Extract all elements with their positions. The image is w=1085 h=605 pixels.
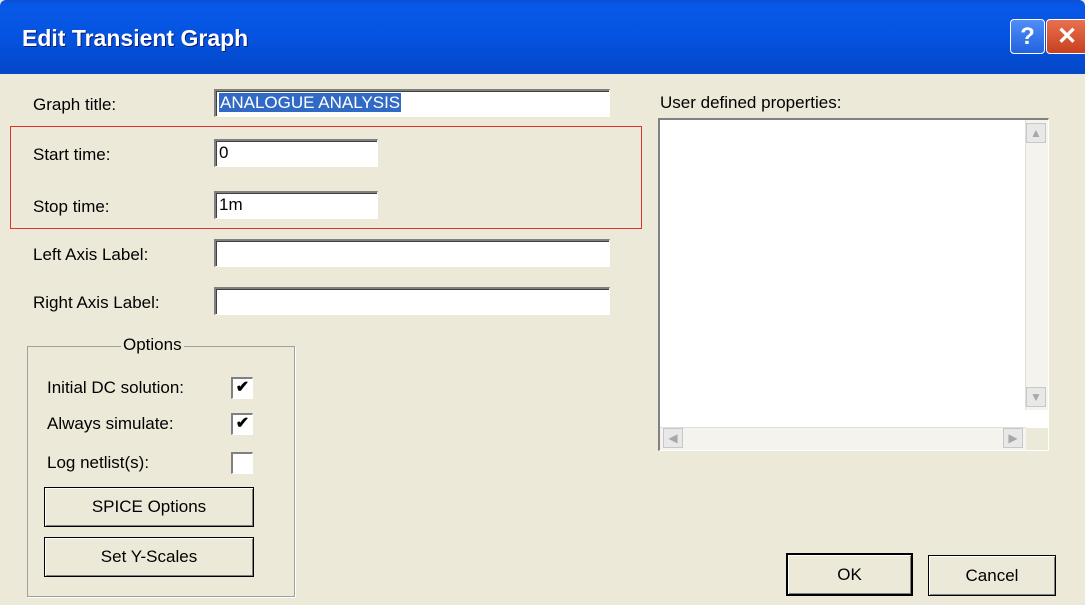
stop-time-input[interactable]: 1m: [214, 191, 378, 219]
vertical-scrollbar[interactable]: ▲ ▼: [1025, 120, 1048, 410]
ok-button[interactable]: OK: [786, 553, 913, 596]
left-axis-input[interactable]: [214, 239, 610, 267]
spice-options-button[interactable]: SPICE Options: [44, 487, 254, 527]
right-axis-input[interactable]: [214, 287, 610, 315]
scroll-up-icon[interactable]: ▲: [1026, 123, 1046, 143]
cancel-button[interactable]: Cancel: [928, 555, 1056, 596]
options-title: Options: [121, 335, 184, 355]
graph-title-value: ANALOGUE ANALYSIS: [219, 93, 402, 112]
start-time-label: Start time:: [33, 145, 111, 164]
title-bar[interactable]: Edit Transient Graph ? ✕: [0, 0, 1085, 74]
scroll-corner: [1026, 428, 1048, 450]
window-title: Edit Transient Graph: [22, 25, 249, 51]
close-button[interactable]: ✕: [1046, 19, 1085, 54]
initial-dc-label: Initial DC solution:: [47, 378, 185, 397]
scroll-right-icon[interactable]: ▶: [1003, 428, 1023, 448]
always-simulate-checkbox[interactable]: ✔: [231, 413, 253, 435]
user-props-textarea[interactable]: ▲ ▼ ◀ ▶: [658, 118, 1049, 451]
left-axis-label: Left Axis Label:: [33, 245, 149, 264]
scroll-left-icon[interactable]: ◀: [663, 428, 683, 448]
start-time-input[interactable]: 0: [214, 139, 378, 167]
help-button[interactable]: ?: [1010, 19, 1045, 54]
always-simulate-label: Always simulate:: [47, 414, 174, 433]
stop-time-label: Stop time:: [33, 197, 110, 216]
graph-title-input[interactable]: ANALOGUE ANALYSIS: [214, 89, 610, 117]
horizontal-scrollbar[interactable]: ◀ ▶: [660, 427, 1026, 450]
initial-dc-checkbox[interactable]: ✔: [231, 377, 253, 399]
checkmark-icon: ✔: [235, 379, 250, 396]
graph-title-label: Graph title:: [33, 95, 117, 114]
user-props-label: User defined properties:: [660, 93, 842, 112]
log-netlist-checkbox[interactable]: [231, 452, 253, 474]
right-axis-label: Right Axis Label:: [33, 293, 160, 312]
set-y-scales-button[interactable]: Set Y-Scales: [44, 537, 254, 577]
log-netlist-label: Log netlist(s):: [47, 453, 150, 472]
checkmark-icon: ✔: [235, 415, 250, 432]
scroll-down-icon[interactable]: ▼: [1026, 387, 1046, 407]
